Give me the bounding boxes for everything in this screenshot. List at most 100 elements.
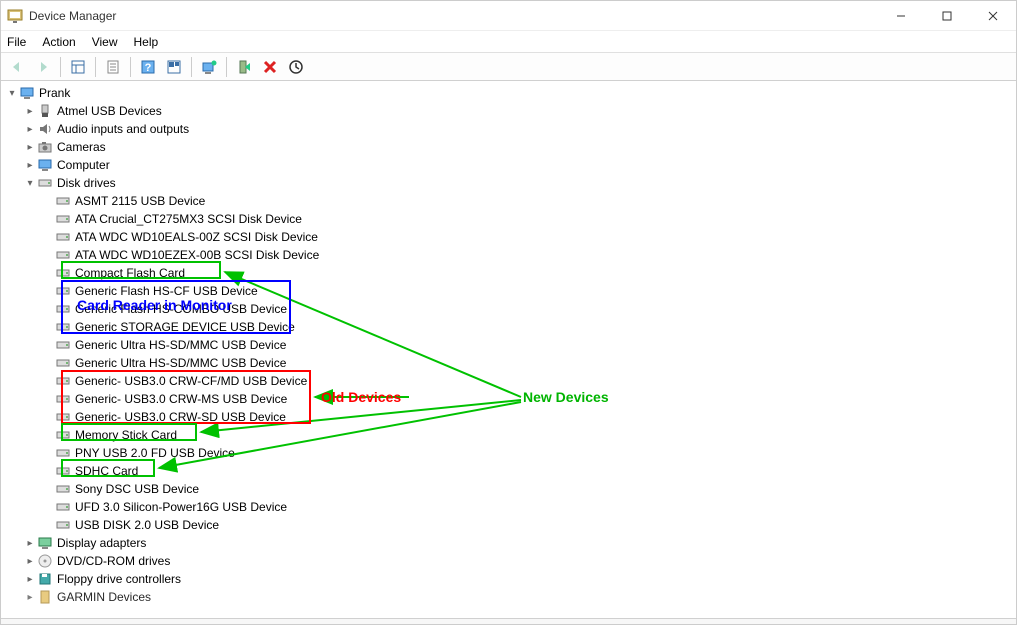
tree-category-dvd[interactable]: ▸ DVD/CD-ROM drives <box>5 552 1016 570</box>
tree-device[interactable]: ▸Generic Ultra HS-SD/MMC USB Device <box>5 336 1016 354</box>
tree-label: Generic- USB3.0 CRW-CF/MD USB Device <box>74 374 308 388</box>
tree-device[interactable]: ▸PNY USB 2.0 FD USB Device <box>5 444 1016 462</box>
disk-icon <box>55 517 71 533</box>
expand-icon: ▸ <box>41 286 55 297</box>
tree-device[interactable]: ▸Generic- USB3.0 CRW-SD USB Device <box>5 408 1016 426</box>
statusbar <box>1 618 1016 624</box>
tree-label: UFD 3.0 Silicon-Power16G USB Device <box>74 500 288 514</box>
tree-device[interactable]: ▸Generic- USB3.0 CRW-MS USB Device <box>5 390 1016 408</box>
tree-label: Generic Flash HS-COMBO USB Device <box>74 302 288 316</box>
tree-device[interactable]: ▸Compact Flash Card <box>5 264 1016 282</box>
menu-help[interactable]: Help <box>134 35 159 49</box>
expand-icon[interactable]: ▸ <box>23 574 37 585</box>
tree-label: ATA WDC WD10EZEX-00B SCSI Disk Device <box>74 248 320 262</box>
uninstall-device-button[interactable] <box>258 56 282 78</box>
close-button[interactable] <box>970 1 1016 31</box>
menu-action[interactable]: Action <box>42 35 75 49</box>
expand-icon[interactable]: ▾ <box>5 88 19 99</box>
tree-label: Compact Flash Card <box>74 266 186 280</box>
expand-icon[interactable]: ▸ <box>23 538 37 549</box>
tree-device[interactable]: ▸Memory Stick Card <box>5 426 1016 444</box>
tree-label: Memory Stick Card <box>74 428 178 442</box>
tree-device[interactable]: ▸Generic- USB3.0 CRW-CF/MD USB Device <box>5 372 1016 390</box>
tree-root[interactable]: ▾ Prank <box>5 84 1016 102</box>
expand-icon[interactable]: ▸ <box>23 160 37 171</box>
menubar: File Action View Help <box>1 31 1016 53</box>
tree-device[interactable]: ▸UFD 3.0 Silicon-Power16G USB Device <box>5 498 1016 516</box>
expand-icon[interactable]: ▸ <box>23 592 37 603</box>
expand-icon: ▸ <box>41 304 55 315</box>
tree-label: Atmel USB Devices <box>56 104 163 118</box>
tree-label: GARMIN Devices <box>56 590 152 604</box>
help-button[interactable]: ? <box>136 56 160 78</box>
tree-device[interactable]: ▸Generic STORAGE DEVICE USB Device <box>5 318 1016 336</box>
update-driver-button[interactable] <box>197 56 221 78</box>
tree-label: SDHC Card <box>74 464 139 478</box>
tree-label: Disk drives <box>56 176 117 190</box>
tree-label: USB DISK 2.0 USB Device <box>74 518 220 532</box>
tree-label: Prank <box>38 86 71 100</box>
tree-label: Generic Ultra HS-SD/MMC USB Device <box>74 356 287 370</box>
maximize-button[interactable] <box>924 1 970 31</box>
tree-category-floppy[interactable]: ▸ Floppy drive controllers <box>5 570 1016 588</box>
tree-device[interactable]: ▸ATA WDC WD10EALS-00Z SCSI Disk Device <box>5 228 1016 246</box>
properties-button[interactable] <box>101 56 125 78</box>
show-hide-tree-button[interactable] <box>66 56 90 78</box>
tree-device[interactable]: ▸Sony DSC USB Device <box>5 480 1016 498</box>
tree-label: Audio inputs and outputs <box>56 122 190 136</box>
disk-icon <box>55 211 71 227</box>
expand-icon[interactable]: ▸ <box>23 142 37 153</box>
expand-icon: ▸ <box>41 232 55 243</box>
expand-icon: ▸ <box>41 394 55 405</box>
tree-device[interactable]: ▸ASMT 2115 USB Device <box>5 192 1016 210</box>
tree-label: Generic STORAGE DEVICE USB Device <box>74 320 296 334</box>
toolbar-sep <box>130 57 131 77</box>
disk-icon <box>55 337 71 353</box>
expand-icon[interactable]: ▸ <box>23 124 37 135</box>
minimize-button[interactable] <box>878 1 924 31</box>
expand-icon: ▸ <box>41 448 55 459</box>
tree-device[interactable]: ▸ Generic Ultra HS-SD/MMC USB Device <box>5 354 1016 372</box>
tree-device[interactable]: ▸ATA WDC WD10EZEX-00B SCSI Disk Device <box>5 246 1016 264</box>
expand-icon: ▸ <box>41 214 55 225</box>
tree-category-garmin[interactable]: ▸ GARMIN Devices <box>5 588 1016 606</box>
scan-hardware-button[interactable] <box>284 56 308 78</box>
menu-view[interactable]: View <box>92 35 118 49</box>
tree-device[interactable]: ▸SDHC Card <box>5 462 1016 480</box>
window-title: Device Manager <box>29 9 878 23</box>
expand-icon: ▸ <box>41 412 55 423</box>
tree-category-display[interactable]: ▸ Display adapters <box>5 534 1016 552</box>
tree-category-cameras[interactable]: ▸ Cameras <box>5 138 1016 156</box>
tree-label: Generic Flash HS-CF USB Device <box>74 284 259 298</box>
disk-icon <box>55 283 71 299</box>
tree-category-audio[interactable]: ▸ Audio inputs and outputs <box>5 120 1016 138</box>
tree-category-computer[interactable]: ▸ Computer <box>5 156 1016 174</box>
device-tree[interactable]: ▾ Prank ▸ Atmel USB Devices ▸ Audio inpu… <box>1 82 1016 618</box>
forward-button[interactable] <box>31 56 55 78</box>
menu-file[interactable]: File <box>7 35 26 49</box>
disk-icon <box>37 175 53 191</box>
tree-category-atmel[interactable]: ▸ Atmel USB Devices <box>5 102 1016 120</box>
expand-icon[interactable]: ▸ <box>23 556 37 567</box>
tree-device[interactable]: ▸ Generic Flash HS-COMBO USB Device <box>5 300 1016 318</box>
tree-label: Display adapters <box>56 536 147 550</box>
expand-icon: ▸ <box>41 520 55 531</box>
tree-label: Cameras <box>56 140 107 154</box>
computer-icon <box>19 85 35 101</box>
expand-icon: ▸ <box>41 358 55 369</box>
expand-icon[interactable]: ▾ <box>23 178 37 189</box>
expand-icon[interactable]: ▸ <box>23 106 37 117</box>
disk-icon <box>55 355 71 371</box>
tree-device[interactable]: ▸ USB DISK 2.0 USB Device <box>5 516 1016 534</box>
tree-label: Sony DSC USB Device <box>74 482 200 496</box>
disk-icon <box>55 247 71 263</box>
tree-device[interactable]: ▸ Generic Flash HS-CF USB Device <box>5 282 1016 300</box>
tree-device[interactable]: ▸ATA Crucial_CT275MX3 SCSI Disk Device <box>5 210 1016 228</box>
tree-label: Computer <box>56 158 111 172</box>
toolbar-sep <box>191 57 192 77</box>
enable-device-button[interactable] <box>232 56 256 78</box>
back-button[interactable] <box>5 56 29 78</box>
view-button[interactable] <box>162 56 186 78</box>
tree-category-disk[interactable]: ▾ Disk drives <box>5 174 1016 192</box>
expand-icon: ▸ <box>41 340 55 351</box>
